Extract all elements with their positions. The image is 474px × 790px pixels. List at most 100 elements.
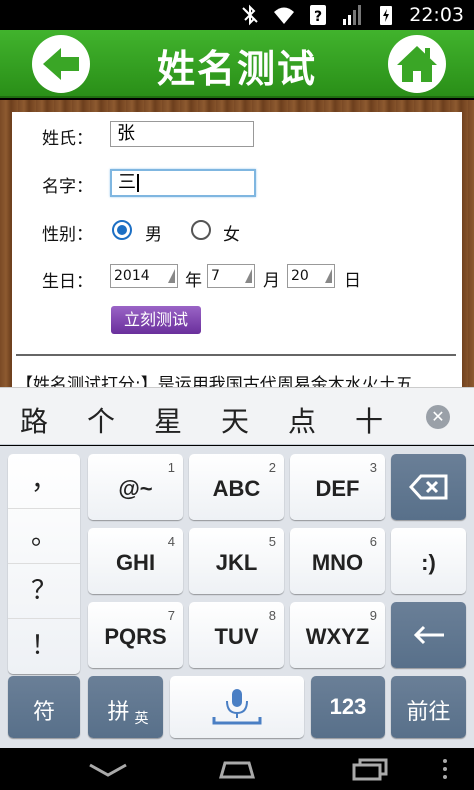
key-label: PQRS — [104, 624, 167, 649]
key-3[interactable]: 3 DEF — [290, 454, 385, 520]
hide-keyboard-icon[interactable] — [86, 757, 130, 781]
day-select[interactable]: 20 — [287, 264, 335, 288]
surname-input[interactable]: 张 — [110, 121, 254, 147]
key-number: 9 — [369, 608, 377, 623]
key-8[interactable]: 8 TUV — [189, 602, 284, 668]
key-1[interactable]: 1 @~ — [88, 454, 183, 520]
signal-icon — [343, 5, 362, 25]
battery-charging-icon — [380, 6, 393, 25]
candidate-word[interactable]: 星 — [154, 400, 182, 440]
key-label: GHI — [115, 550, 156, 575]
smiley-key[interactable]: :) — [391, 528, 466, 594]
birthday-label: 生日： — [42, 272, 93, 292]
year-unit: 年 — [185, 271, 202, 291]
key-label: @~ — [118, 476, 153, 501]
wifi-icon — [274, 7, 295, 24]
dropdown-arrow-icon — [325, 269, 332, 283]
enter-key[interactable] — [391, 602, 466, 668]
candidate-word[interactable]: 十 — [355, 400, 383, 440]
key-9[interactable]: 9 WXYZ — [290, 602, 385, 668]
given-name-input[interactable]: 三 — [110, 169, 256, 197]
go-key[interactable]: 前往 — [391, 676, 466, 738]
key-label: MNO — [311, 550, 364, 575]
gender-male-radio[interactable] — [112, 220, 132, 240]
punct-key-question[interactable]: ？ — [8, 564, 80, 619]
key-label: 符 — [32, 699, 55, 724]
close-candidates-icon[interactable]: ✕ — [426, 405, 450, 429]
key-number: 4 — [167, 534, 175, 549]
key-label: DEF — [315, 476, 360, 501]
surname-label: 姓氏： — [42, 129, 93, 149]
month-value: 7 — [211, 268, 220, 284]
key-label: 前往 — [406, 699, 451, 724]
key-label: 123 — [329, 694, 367, 719]
keyboard: ， 。 ？ ！ 1 @~ 2 ABC 3 DEF 4 GHI 5 JKL 6 M… — [0, 446, 474, 748]
gender-female-label: 女 — [223, 225, 240, 245]
key-7[interactable]: 7 PQRS — [88, 602, 183, 668]
candidate-bar: 路 个 星 天 点 十 ✕ — [0, 387, 474, 445]
status-bar: ? 22:03 — [0, 0, 474, 30]
key-number: 2 — [268, 460, 276, 475]
year-value: 2014 — [114, 268, 150, 284]
candidate-word[interactable]: 个 — [87, 400, 115, 440]
candidate-word[interactable]: 天 — [221, 400, 249, 440]
gender-male-label: 男 — [145, 225, 162, 245]
dropdown-arrow-icon — [168, 269, 175, 283]
key-label: :) — [421, 550, 436, 575]
enter-arrow-icon — [413, 625, 444, 645]
key-label: TUV — [214, 624, 259, 649]
key-label: JKL — [215, 550, 258, 575]
text-caret — [137, 174, 139, 192]
punct-key-period[interactable]: 。 — [8, 509, 80, 564]
key-number: 5 — [268, 534, 276, 549]
punct-key-comma[interactable]: ， — [8, 454, 80, 509]
given-name-label: 名字： — [42, 177, 93, 197]
key-number: 3 — [369, 460, 377, 475]
backspace-key[interactable] — [391, 454, 466, 520]
home-button[interactable] — [388, 35, 446, 93]
month-select[interactable]: 7 — [207, 264, 255, 288]
space-key[interactable] — [170, 676, 304, 738]
key-number: 8 — [268, 608, 276, 623]
symbol-key[interactable]: 符 — [8, 676, 80, 738]
gender-female-radio[interactable] — [191, 220, 211, 240]
svg-text:?: ? — [314, 9, 322, 25]
pinyin-english-toggle-key[interactable]: 拼 英 — [88, 676, 163, 738]
bluetooth-off-icon — [242, 4, 258, 26]
notification-icon: ? — [310, 5, 327, 25]
month-unit: 月 — [263, 271, 280, 291]
home-icon — [397, 46, 437, 82]
navigation-bar — [0, 748, 474, 790]
key-4[interactable]: 4 GHI — [88, 528, 183, 594]
form-panel — [12, 112, 462, 387]
candidate-word[interactable]: 点 — [288, 400, 316, 440]
gender-label: 性别： — [42, 225, 93, 245]
microphone-icon — [212, 689, 262, 725]
year-select[interactable]: 2014 — [110, 264, 178, 288]
overflow-menu-icon[interactable] — [440, 757, 450, 781]
key-number: 1 — [167, 460, 175, 475]
title-bar: 姓名测试 — [0, 30, 474, 98]
key-label: WXYZ — [305, 624, 370, 649]
given-name-value: 三 — [118, 172, 136, 193]
day-value: 20 — [291, 268, 309, 284]
candidate-word[interactable]: 路 — [20, 400, 48, 440]
key-6[interactable]: 6 MNO — [290, 528, 385, 594]
punctuation-column: ， 。 ？ ！ — [8, 454, 80, 674]
key-2[interactable]: 2 ABC — [189, 454, 284, 520]
key-5[interactable]: 5 JKL — [189, 528, 284, 594]
key-number: 6 — [369, 534, 377, 549]
key-sublabel: 英 — [134, 710, 149, 726]
day-unit: 日 — [344, 271, 361, 291]
dropdown-arrow-icon — [245, 269, 252, 283]
backspace-icon — [408, 474, 447, 500]
divider — [16, 354, 456, 356]
key-label: ABC — [212, 476, 261, 501]
recent-apps-icon[interactable] — [350, 757, 390, 781]
home-nav-icon[interactable] — [217, 757, 257, 781]
key-number: 7 — [167, 608, 175, 623]
clock: 22:03 — [409, 4, 464, 26]
test-now-button[interactable]: 立刻测试 — [111, 306, 201, 334]
number-mode-key[interactable]: 123 — [311, 676, 385, 738]
punct-key-exclaim[interactable]: ！ — [8, 619, 80, 674]
